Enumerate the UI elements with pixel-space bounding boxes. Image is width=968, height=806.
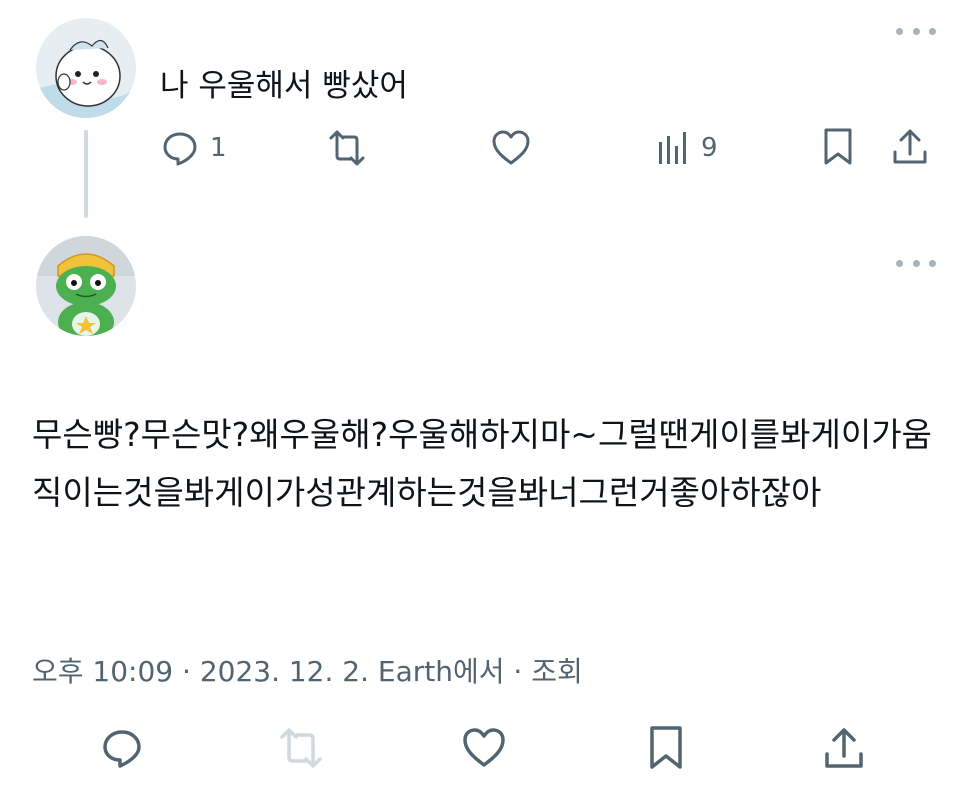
retweet-button[interactable] (325, 128, 369, 168)
reply-button[interactable]: 1 (160, 128, 227, 168)
views-button[interactable]: 9 (655, 128, 718, 168)
more-icon[interactable] (896, 24, 936, 38)
reply-icon (103, 730, 141, 768)
main-reply-button[interactable] (100, 726, 144, 770)
share-icon (893, 129, 927, 164)
view-count: 9 (701, 133, 718, 163)
like-button[interactable] (490, 128, 532, 168)
reply-author-avatar[interactable] (36, 18, 136, 118)
reply-tweet-text: 나 우울해서 빵샀어 (160, 68, 408, 104)
main-tweet-text: 무슨빵?무슨맛?왜우울해?우울해하지마~그럴땐게이를봐게이가움직이는것을봐게이가… (32, 415, 932, 512)
bookmark-icon (650, 726, 682, 769)
share-button[interactable] (890, 126, 930, 168)
more-icon[interactable] (896, 256, 936, 270)
bookmark-button[interactable] (820, 126, 856, 168)
thread-connector-line (84, 130, 88, 218)
like-icon (492, 130, 530, 165)
views-icon (659, 132, 686, 164)
reply-icon (163, 132, 197, 166)
like-icon (463, 728, 505, 767)
chiikawa-avatar-image (36, 18, 136, 118)
retweet-icon (280, 728, 322, 768)
reply-count: 1 (210, 133, 227, 163)
bookmark-icon (824, 128, 852, 165)
main-bookmark-button[interactable] (646, 724, 686, 772)
main-like-button[interactable] (460, 726, 508, 770)
main-share-button[interactable] (822, 724, 866, 772)
retweet-icon (329, 130, 365, 166)
main-retweet-button[interactable] (276, 726, 326, 770)
share-icon (825, 728, 863, 768)
tweet-timestamp: 오후 10:09 · 2023. 12. 2. Earth에서 · 조회 (32, 655, 583, 688)
keroro-avatar-image (36, 236, 136, 336)
main-author-avatar[interactable] (36, 236, 136, 336)
